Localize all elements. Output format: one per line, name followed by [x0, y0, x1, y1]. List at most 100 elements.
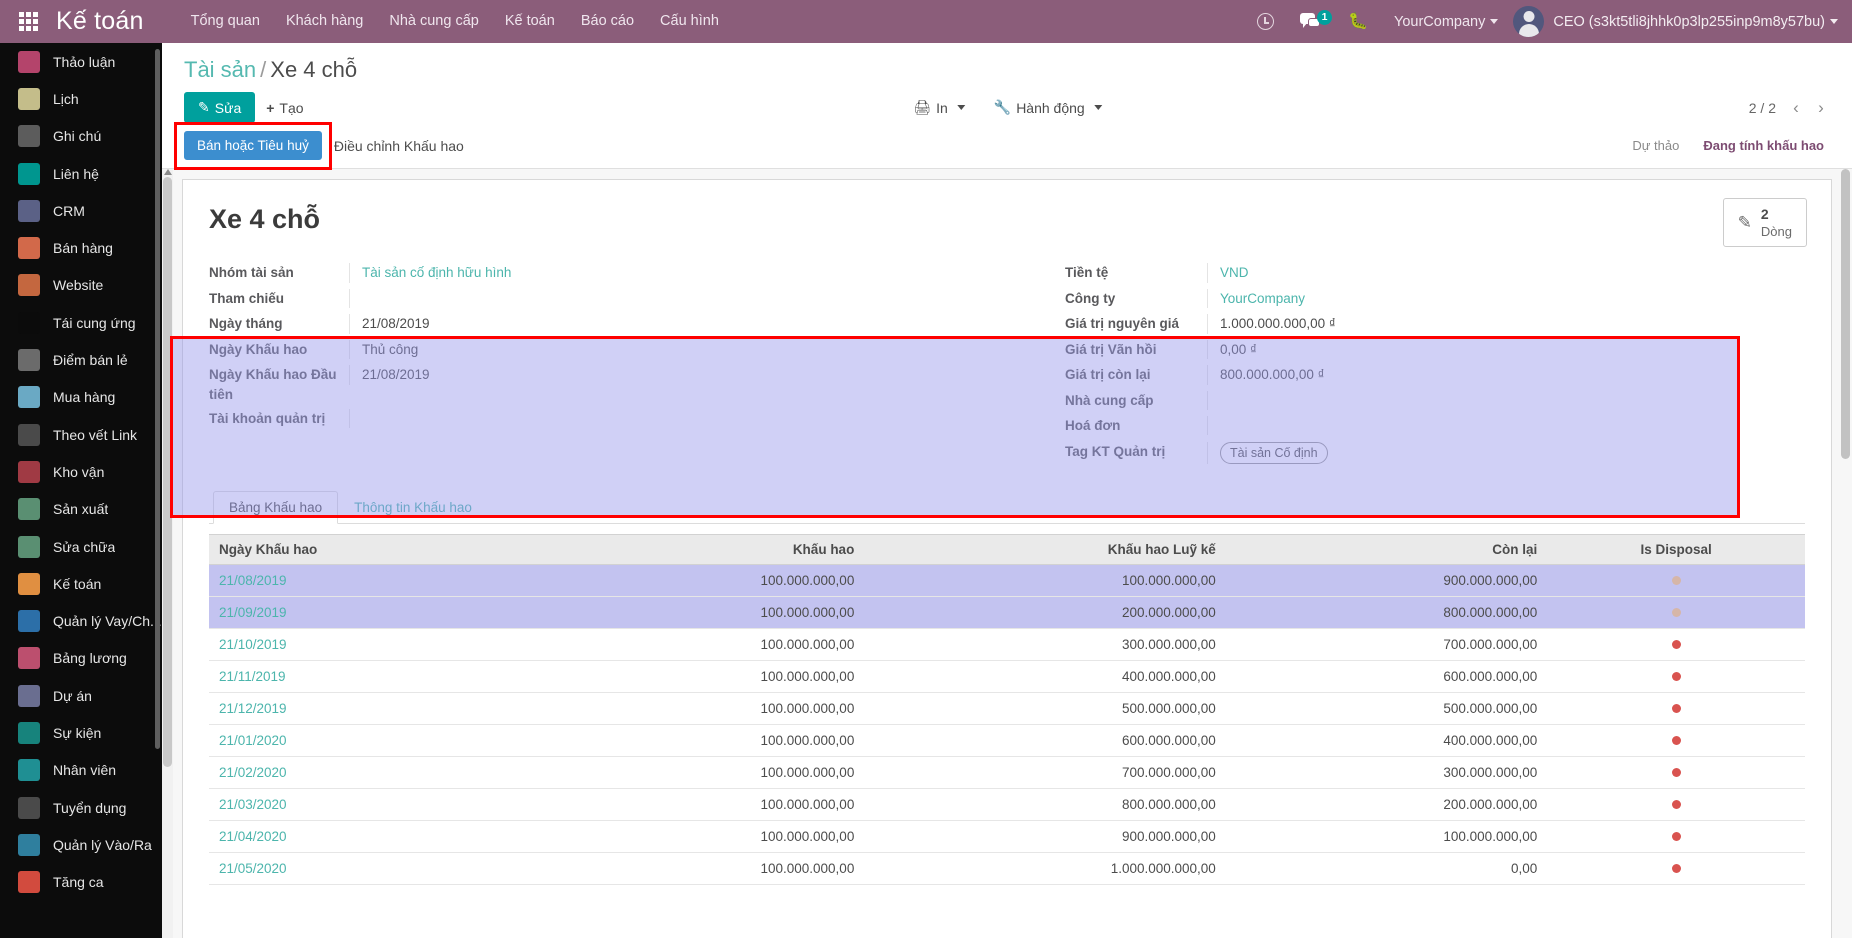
field-value[interactable]: YourCompany [1207, 288, 1805, 309]
cell-remaining: 600.000.000,00 [1225, 660, 1548, 693]
sidebar-item-8[interactable]: Điểm bán lẻ [0, 341, 162, 378]
stage-running[interactable]: Đang tính khấu hao [1691, 134, 1836, 157]
cell-date: 21/03/2020 [209, 788, 543, 821]
sidebar-item-14[interactable]: Kế toán [0, 565, 162, 602]
sidebar-item-11[interactable]: Kho vận [0, 453, 162, 490]
sidebar-item-22[interactable]: Tăng ca [0, 864, 162, 901]
left-scrollbar[interactable] [162, 169, 173, 938]
company-switcher[interactable]: YourCompany [1381, 14, 1507, 30]
cell-remaining: 300.000.000,00 [1225, 756, 1548, 789]
messages-badge: 1 [1317, 9, 1333, 25]
action-button[interactable]: 🔧 Hành động [983, 93, 1114, 122]
tab-1[interactable]: Thông tin Khấu hao [338, 491, 488, 524]
table-row[interactable]: 21/10/2019 100.000.000,00 300.000.000,00 70… [209, 628, 1805, 661]
sidebar-item-4[interactable]: CRM [0, 192, 162, 229]
sidebar-item-0[interactable]: Thảo luận [0, 43, 162, 80]
cell-cumulative: 400.000.000,00 [864, 660, 1226, 693]
avatar[interactable] [1513, 6, 1545, 37]
sidebar-item-18[interactable]: Sự kiện [0, 714, 162, 751]
sidebar-item-5[interactable]: Bán hàng [0, 229, 162, 266]
cell-depreciation: 100.000.000,00 [542, 820, 865, 853]
user-menu[interactable]: CEO (s3kt5tli8jhhk0p3lp255inp9m8y57bu) [1553, 14, 1838, 30]
edit-button-label: Sửa [214, 99, 242, 116]
sidebar-item-16[interactable]: Bảng lương [0, 640, 162, 677]
table-row[interactable]: 21/02/2020 100.000.000,00 700.000.000,00 30… [209, 756, 1805, 789]
field-value: 1.000.000.000,00 ₫ [1207, 314, 1805, 334]
sidebar-item-3[interactable]: Liên hệ [0, 155, 162, 192]
sidebar-item-21[interactable]: Quản lý Vào/Ra [0, 826, 162, 863]
table-row[interactable]: 21/04/2020 100.000.000,00 900.000.000,00 10… [209, 820, 1805, 853]
disposal-status-dot [1671, 639, 1681, 649]
breadcrumb: Tài sản / Xe 4 chỗ [184, 57, 1832, 83]
menu-item-1[interactable]: Khách hàng [273, 0, 376, 43]
sidebar-item-9[interactable]: Mua hàng [0, 379, 162, 416]
adjust-depreciation-button[interactable]: Điều chỉnh Khấu hao [322, 132, 476, 160]
menu-item-0[interactable]: Tổng quan [178, 0, 273, 43]
menu-item-3[interactable]: Kế toán [492, 0, 568, 43]
stage-draft[interactable]: Dự thảo [1620, 134, 1691, 157]
field-value[interactable]: VND [1207, 263, 1805, 283]
sidebar-item-13[interactable]: Sửa chữa [0, 528, 162, 565]
sidebar-item-17[interactable]: Dự án [0, 677, 162, 714]
field-row: Tag KT Quản trị Tài sản Cố định [1065, 441, 1805, 464]
scroll-up-arrow-icon[interactable] [164, 169, 172, 175]
column-header-1: Khấu hao [542, 533, 865, 565]
table-row[interactable]: 21/11/2019 100.000.000,00 400.000.000,00 60… [209, 660, 1805, 693]
sidebar-item-19[interactable]: Nhân viên [0, 752, 162, 789]
lines-stat-button[interactable]: ✎ 2 Dòng [1722, 198, 1807, 248]
form-scrollbar[interactable] [1841, 169, 1850, 938]
sidebar-item-1[interactable]: Lịch [0, 80, 162, 117]
cell-is-disposal [1547, 756, 1805, 789]
sidebar-item-12[interactable]: Sản xuất [0, 491, 162, 528]
sidebar-item-label: Mua hàng [53, 389, 116, 406]
table-row[interactable]: 21/05/2020 100.000.000,00 1.000.000.000,00… [209, 852, 1805, 885]
menu-item-5[interactable]: Cấu hình [647, 0, 732, 43]
table-row[interactable]: 21/01/2020 100.000.000,00 600.000.000,00 40… [209, 724, 1805, 757]
sidebar-item-label: Quản lý Vay/Ch... [53, 613, 162, 630]
credit-card-icon [18, 386, 40, 409]
sidebar-item-2[interactable]: Ghi chú [0, 118, 162, 155]
right-field-column: Tiền tệ VND Công ty YourCompany Giá trị nguy… [1007, 263, 1805, 469]
table-row[interactable]: 21/03/2020 100.000.000,00 800.000.000,00 20… [209, 788, 1805, 821]
page-title: Xe 4 chỗ [209, 204, 321, 234]
field-row: Hoá đơn [1065, 416, 1805, 437]
tab-0[interactable]: Bảng Khấu hao [213, 490, 339, 524]
sell-or-dispose-button[interactable]: Bán hoặc Tiêu huỷ [184, 131, 322, 160]
user-name-label: CEO (s3kt5tli8jhhk0p3lp255inp9m8y57bu) [1553, 13, 1825, 30]
field-row: Nhóm tài sản Tài sản cố định hữu hình [209, 263, 1007, 284]
create-button[interactable]: + Tạo [255, 94, 314, 122]
breadcrumb-root[interactable]: Tài sản [184, 57, 256, 82]
cell-date: 21/10/2019 [209, 628, 543, 661]
table-row[interactable]: 21/09/2019 100.000.000,00 200.000.000,00 80… [209, 596, 1805, 629]
disposal-status-dot [1671, 799, 1681, 809]
sidebar-scrollbar[interactable] [155, 49, 160, 749]
sidebar-item-label: Quản lý Vào/Ra [53, 836, 152, 853]
sidebar-item-7[interactable]: Tái cung ứng [0, 304, 162, 341]
puzzle-icon [18, 684, 40, 707]
breadcrumb-separator: / [260, 57, 267, 82]
apps-grid-icon[interactable] [0, 12, 56, 31]
menu-item-4[interactable]: Báo cáo [568, 0, 647, 43]
table-row[interactable]: 21/12/2019 100.000.000,00 500.000.000,00 50… [209, 692, 1805, 725]
table-row[interactable]: 21/08/2019 100.000.000,00 100.000.000,00 90… [209, 564, 1805, 597]
menu-item-2[interactable]: Nhà cung cấp [376, 0, 491, 43]
cell-date: 21/09/2019 [209, 596, 543, 629]
ticket-icon [18, 721, 40, 744]
field-value[interactable]: Tài sản cố định hữu hình [349, 263, 1007, 283]
chevron-right-icon[interactable]: › [1810, 96, 1832, 120]
messages-icon[interactable]: 1 [1287, 9, 1335, 31]
edit-button[interactable]: ✎ Sửa [184, 92, 256, 123]
cell-date: 21/01/2020 [209, 724, 543, 757]
field-value: Tài sản Cố định [1207, 441, 1805, 464]
sidebar-item-15[interactable]: Quản lý Vay/Ch... [0, 602, 162, 639]
bug-icon[interactable]: 🐛 [1335, 13, 1381, 30]
create-button-label: Tạo [279, 99, 304, 116]
sidebar-item-6[interactable]: Website [0, 267, 162, 304]
print-button[interactable]: 🖨 In [902, 93, 976, 122]
sidebar-item-10[interactable]: Theo vết Link [0, 416, 162, 453]
sidebar-item-20[interactable]: Tuyển dụng [0, 789, 162, 826]
activity-clock-icon[interactable] [1244, 13, 1287, 30]
depreciation-table: Ngày Khấu hao Khấu hao Khấu hao Luỹ kế Còn … [209, 533, 1805, 885]
chevron-left-icon[interactable]: ‹ [1785, 96, 1807, 120]
field-value [1207, 390, 1805, 410]
